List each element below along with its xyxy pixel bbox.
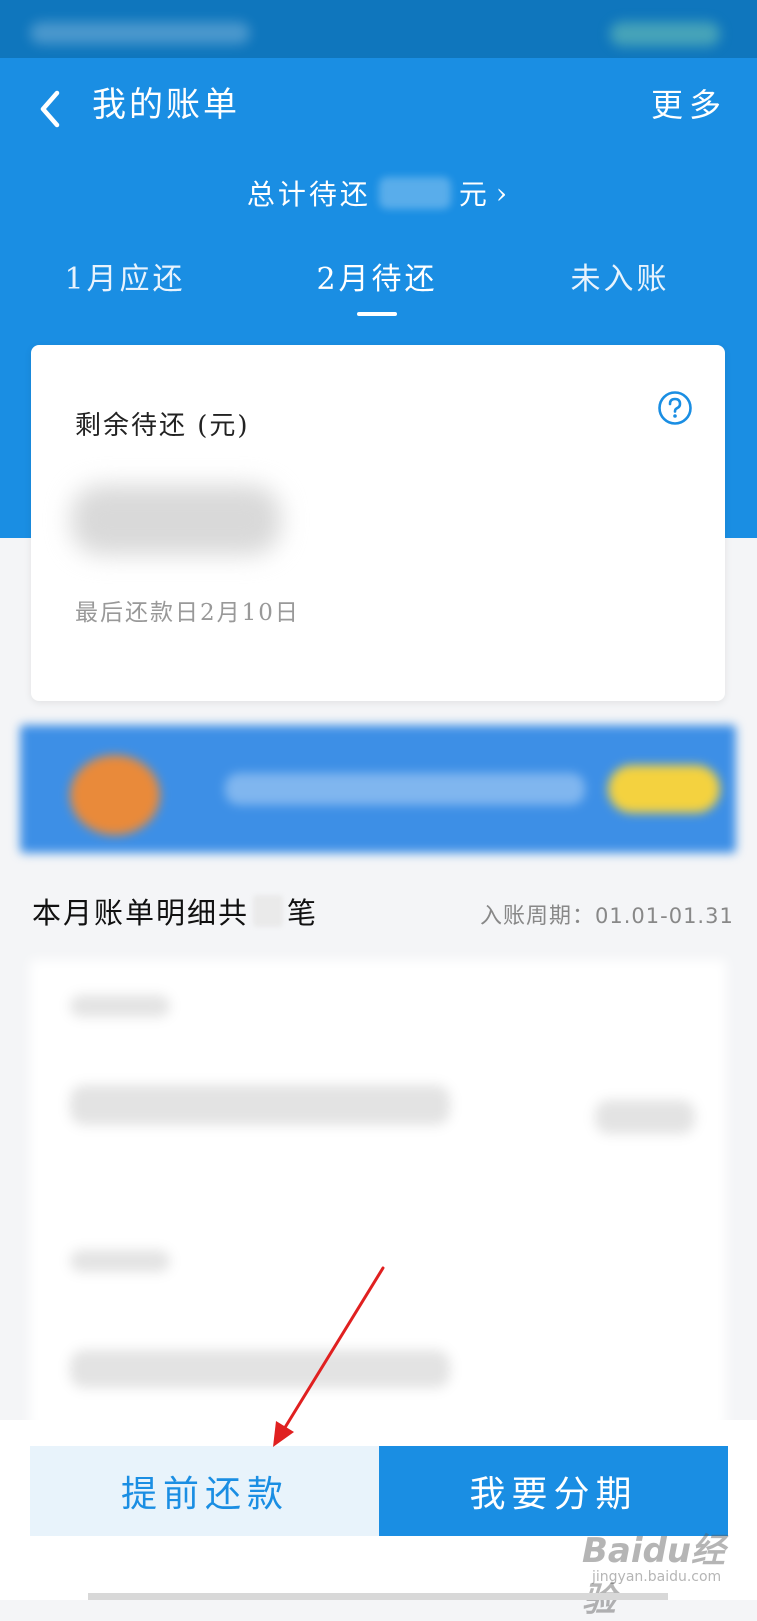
tab-bar: 1月应还 2月待还 未入账 bbox=[0, 250, 757, 320]
baidu-watermark: Baidu经验 jingyan.baidu.com bbox=[572, 1515, 752, 1620]
due-date-text: 最后还款日2月10日 bbox=[75, 600, 300, 626]
status-bar-right-blurred bbox=[610, 22, 720, 46]
bill-details-title-suffix: 笔 bbox=[287, 896, 319, 930]
total-due-amount-blurred bbox=[378, 177, 451, 209]
home-indicator bbox=[88, 1593, 668, 1600]
watermark-url: jingyan.baidu.com bbox=[592, 1569, 722, 1585]
transaction-list-blurred bbox=[30, 960, 726, 1430]
tab-february[interactable]: 2月待还 bbox=[292, 250, 462, 310]
list-item bbox=[595, 1100, 695, 1134]
remaining-due-card: 剩余待还 (元) 最后还款日2月10日 bbox=[31, 345, 725, 701]
list-item bbox=[70, 1350, 450, 1388]
question-circle-icon[interactable] bbox=[657, 390, 693, 426]
total-due-unit: 元 bbox=[458, 178, 490, 211]
billing-period-value: 01.01-01.31 bbox=[595, 904, 734, 928]
page-title: 我的账单 bbox=[92, 85, 240, 125]
list-item bbox=[70, 1250, 170, 1272]
list-item bbox=[70, 1085, 450, 1125]
banner-action-pill bbox=[608, 765, 720, 813]
status-bar bbox=[0, 0, 757, 58]
billing-period: 入账周期：01.01-01.31 bbox=[480, 898, 734, 930]
prepay-button[interactable]: 提前还款 bbox=[30, 1446, 380, 1536]
promo-banner-blurred[interactable] bbox=[20, 725, 736, 853]
bill-details-title: 本月账单明细共 笔 bbox=[32, 890, 318, 932]
banner-text-blurred bbox=[225, 773, 585, 805]
tab-january[interactable]: 1月应还 bbox=[40, 250, 210, 310]
total-due-label: 总计待还 bbox=[246, 178, 371, 211]
total-due-row[interactable]: 总计待还 元 › bbox=[0, 168, 757, 218]
tab-unposted[interactable]: 未入账 bbox=[545, 250, 695, 310]
chevron-right-icon: › bbox=[495, 176, 511, 210]
list-item bbox=[70, 995, 170, 1017]
billing-period-label: 入账周期： bbox=[480, 904, 596, 929]
active-tab-indicator bbox=[357, 312, 397, 316]
more-button[interactable]: 更多 bbox=[651, 80, 727, 130]
remaining-due-label: 剩余待还 (元) bbox=[75, 411, 250, 441]
status-bar-left-blurred bbox=[30, 22, 250, 44]
back-icon[interactable] bbox=[30, 84, 70, 134]
bill-count-blurred bbox=[253, 895, 284, 927]
banner-mascot-image bbox=[70, 755, 160, 835]
bill-details-title-prefix: 本月账单明细共 bbox=[32, 896, 250, 930]
remaining-due-amount-blurred bbox=[71, 485, 281, 555]
